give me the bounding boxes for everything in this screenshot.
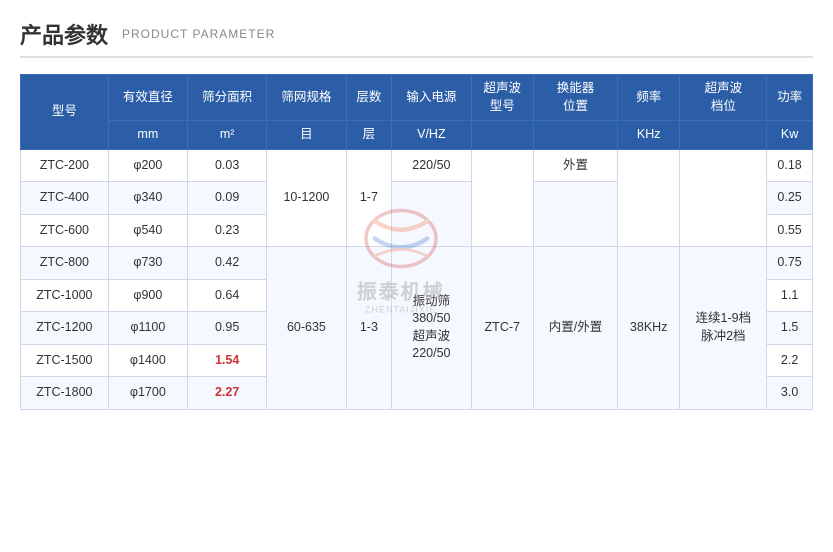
table-row: ZTC-200φ2000.0310-12001-7220/50外置0.18 (21, 149, 813, 182)
td-power: 3.0 (767, 377, 813, 410)
td-power-input (392, 182, 471, 247)
td-transducer-pos (534, 182, 618, 247)
th-model: 型号 (21, 75, 109, 150)
td-power: 0.55 (767, 214, 813, 247)
td-ultrasonic-gear (680, 149, 767, 247)
td-freq: 38KHz (617, 247, 680, 410)
td-model: ZTC-1800 (21, 377, 109, 410)
td-power: 1.5 (767, 312, 813, 345)
td-diameter: φ200 (108, 149, 187, 182)
td-power-input: 220/50 (392, 149, 471, 182)
td-diameter: φ1700 (108, 377, 187, 410)
td-area: 0.42 (187, 247, 266, 280)
th-ultrasonic-model-unit (471, 121, 533, 150)
td-diameter: φ1400 (108, 344, 187, 377)
td-diameter: φ340 (108, 182, 187, 215)
td-transducer-pos: 内置/外置 (534, 247, 618, 410)
th-gear-unit (680, 121, 767, 150)
th-freq-unit: KHz (617, 121, 680, 150)
page-title-en: PRODUCT PARAMETER (122, 27, 275, 41)
td-diameter: φ730 (108, 247, 187, 280)
td-diameter: φ900 (108, 279, 187, 312)
th-power-input-unit: V/HZ (392, 121, 471, 150)
td-area: 2.27 (187, 377, 266, 410)
td-ultrasonic-model: ZTC-7 (471, 247, 533, 410)
th-mesh-unit: 目 (267, 121, 346, 150)
td-model: ZTC-1000 (21, 279, 109, 312)
td-area: 0.64 (187, 279, 266, 312)
th-power-label: 功率 (767, 75, 813, 121)
td-mesh-spec: 60-635 (267, 247, 346, 410)
page-header: 产品参数 PRODUCT PARAMETER (20, 18, 813, 58)
td-layers: 1-7 (346, 149, 392, 247)
th-layers-unit: 层 (346, 121, 392, 150)
td-power: 0.18 (767, 149, 813, 182)
td-ultrasonic-gear: 连续1-9档脉冲2档 (680, 247, 767, 410)
th-diameter-unit: mm (108, 121, 187, 150)
page-title-cn: 产品参数 (20, 18, 108, 50)
td-mesh-spec: 10-1200 (267, 149, 346, 247)
td-diameter: φ540 (108, 214, 187, 247)
td-area: 0.09 (187, 182, 266, 215)
page-wrapper: 产品参数 PRODUCT PARAMETER 振泰机械 ZHENTAIJIXIE (0, 0, 833, 552)
td-power: 2.2 (767, 344, 813, 377)
td-ultrasonic-model (471, 149, 533, 247)
th-transducer-label: 换能器位置 (534, 75, 618, 121)
td-power: 1.1 (767, 279, 813, 312)
product-table: 型号 有效直径 筛分面积 筛网规格 层数 输入电源 超声波型号 换能器位置 频率… (20, 74, 813, 410)
th-power-input-label: 输入电源 (392, 75, 471, 121)
th-ultrasonic-model-label: 超声波型号 (471, 75, 533, 121)
td-area: 0.95 (187, 312, 266, 345)
th-freq-label: 频率 (617, 75, 680, 121)
th-diameter-label: 有效直径 (108, 75, 187, 121)
th-area-label: 筛分面积 (187, 75, 266, 121)
th-gear-label: 超声波档位 (680, 75, 767, 121)
td-layers: 1-3 (346, 247, 392, 410)
td-power-input: 振动筛380/50超声波220/50 (392, 247, 471, 410)
td-model: ZTC-1200 (21, 312, 109, 345)
th-power-unit: Kw (767, 121, 813, 150)
td-area: 0.23 (187, 214, 266, 247)
table-container: 振泰机械 ZHENTAIJIXIE 型号 有效直径 筛分面积 筛网规格 层数 输… (20, 74, 813, 410)
td-power: 0.75 (767, 247, 813, 280)
td-model: ZTC-1500 (21, 344, 109, 377)
td-model: ZTC-600 (21, 214, 109, 247)
th-transducer-unit (534, 121, 618, 150)
td-freq (617, 149, 680, 247)
td-power: 0.25 (767, 182, 813, 215)
th-mesh-label: 筛网规格 (267, 75, 346, 121)
td-transducer-pos: 外置 (534, 149, 618, 182)
td-diameter: φ1100 (108, 312, 187, 345)
td-model: ZTC-400 (21, 182, 109, 215)
th-layers-label: 层数 (346, 75, 392, 121)
td-area: 0.03 (187, 149, 266, 182)
td-area: 1.54 (187, 344, 266, 377)
th-area-unit: m² (187, 121, 266, 150)
table-row: ZTC-800φ7300.4260-6351-3振动筛380/50超声波220/… (21, 247, 813, 280)
td-model: ZTC-800 (21, 247, 109, 280)
td-model: ZTC-200 (21, 149, 109, 182)
